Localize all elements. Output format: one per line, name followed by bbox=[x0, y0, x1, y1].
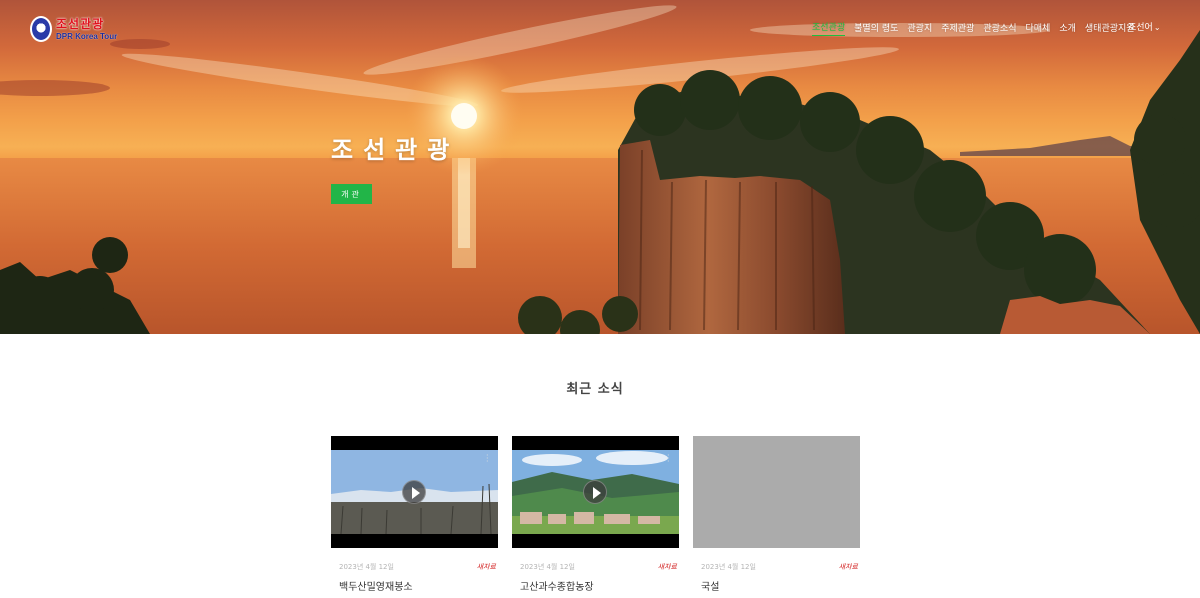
chevron-down-icon: ⌄ bbox=[1153, 23, 1161, 32]
video-thumbnail[interactable]: · · · bbox=[512, 436, 679, 548]
language-selector[interactable]: 조선어⌄ bbox=[1128, 21, 1161, 35]
news-card-list: · · · 2023년 4월 12일 새자료 백두산밀영재봉소 · · · 20… bbox=[331, 436, 860, 593]
hero-banner: 조선관광 DPR Korea Tour 조선관광 불멸의 령도 관광지 주제관광… bbox=[0, 0, 1200, 334]
hero-background-image bbox=[0, 5, 1200, 334]
nav-item-immortal-leadership[interactable]: 불멸의 령도 bbox=[854, 22, 898, 36]
logo-emblem-icon bbox=[30, 16, 52, 42]
image-placeholder[interactable] bbox=[693, 436, 860, 548]
card-meta: 2023년 4월 12일 새자료 bbox=[512, 562, 679, 572]
main-navigation: 조선관광 불멸의 령도 관광지 주제관광 관광소식 다매체 소개 생태관광지원 bbox=[812, 21, 1144, 36]
card-date: 2023년 4월 12일 bbox=[520, 563, 575, 571]
logo-korean-text: 조선관광 bbox=[56, 16, 105, 31]
more-options-icon[interactable]: · · · bbox=[486, 452, 489, 466]
news-card: 2023년 4월 12일 새자료 국설 bbox=[693, 436, 860, 593]
section-title: 최근 소식 bbox=[566, 382, 624, 397]
card-title[interactable]: 고산과수종합농장 bbox=[512, 578, 679, 593]
logo[interactable]: 조선관광 DPR Korea Tour bbox=[30, 14, 130, 44]
nav-item-home[interactable]: 조선관광 bbox=[812, 21, 846, 36]
overview-button[interactable]: 개관 bbox=[331, 184, 372, 204]
nav-item-theme-tours[interactable]: 주제관광 bbox=[941, 22, 974, 36]
nav-item-about[interactable]: 소개 bbox=[1059, 22, 1076, 36]
card-title[interactable]: 국설 bbox=[693, 578, 860, 593]
nav-item-multimedia[interactable]: 다매체 bbox=[1025, 22, 1050, 36]
new-badge: 새자료 bbox=[838, 563, 858, 571]
card-meta: 2023년 4월 12일 새자료 bbox=[693, 562, 860, 572]
more-options-icon[interactable]: · · · bbox=[667, 452, 670, 466]
nav-item-tourist-sites[interactable]: 관광지 bbox=[907, 22, 932, 36]
hero-title: 조선관광 bbox=[331, 136, 460, 164]
card-date: 2023년 4월 12일 bbox=[339, 563, 394, 571]
card-meta: 2023년 4월 12일 새자료 bbox=[331, 562, 498, 572]
play-icon[interactable] bbox=[583, 480, 607, 504]
new-badge: 새자료 bbox=[657, 563, 677, 571]
card-title[interactable]: 백두산밀영재봉소 bbox=[331, 578, 498, 593]
card-date: 2023년 4월 12일 bbox=[701, 563, 756, 571]
logo-english-text: DPR Korea Tour bbox=[56, 31, 118, 41]
nav-item-tour-news[interactable]: 관광소식 bbox=[983, 22, 1016, 36]
new-badge: 새자료 bbox=[476, 563, 496, 571]
news-card: · · · 2023년 4월 12일 새자료 백두산밀영재봉소 bbox=[331, 436, 498, 593]
language-label: 조선어 bbox=[1128, 23, 1153, 33]
news-card: · · · 2023년 4월 12일 새자료 고산과수종합농장 bbox=[512, 436, 679, 593]
video-thumbnail[interactable]: · · · bbox=[331, 436, 498, 548]
play-icon[interactable] bbox=[402, 480, 426, 504]
logo-text: 조선관광 DPR Korea Tour bbox=[56, 18, 117, 41]
